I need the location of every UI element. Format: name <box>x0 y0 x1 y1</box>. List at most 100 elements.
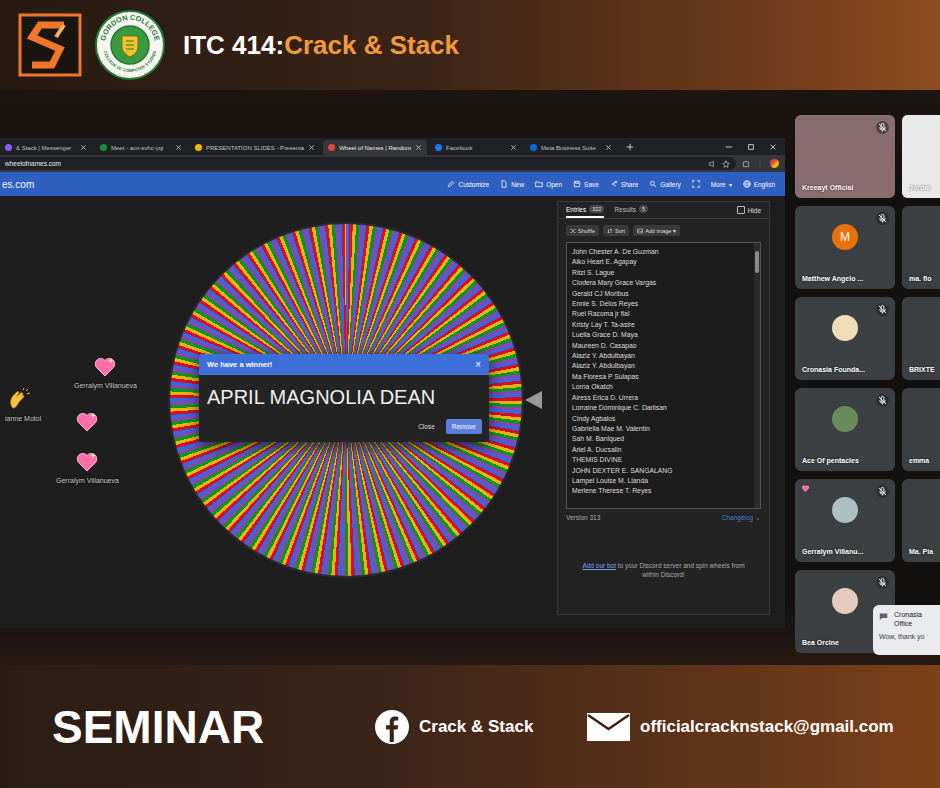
checkbox-box[interactable] <box>737 206 745 214</box>
action-button[interactable]: Add image▾ <box>633 225 680 236</box>
action-button[interactable]: Shuffle <box>566 225 599 236</box>
site-logo[interactable]: es.com <box>2 179 34 190</box>
tab-strip: & Stack | MessengerMeet - acn-svhc-yqi PR… <box>0 138 785 155</box>
toolbar-button[interactable]: New <box>500 180 524 188</box>
toolbar-label: Share <box>621 181 638 188</box>
toolbar-button[interactable]: Share <box>610 180 638 188</box>
close-icon[interactable] <box>415 144 422 151</box>
dialog-close-button[interactable]: × <box>475 359 481 370</box>
plus-icon[interactable] <box>626 143 634 151</box>
favicon-icon <box>100 144 107 151</box>
profile-icon[interactable] <box>770 159 779 168</box>
action-button[interactable]: Sort <box>603 225 629 236</box>
entry-name: Gerald CJ Moribus <box>572 289 749 299</box>
participant-tile[interactable]: Ma. Pia <box>902 479 940 562</box>
participant-name: Ace Of pentacles <box>802 457 859 464</box>
close-window-icon[interactable] <box>769 143 777 151</box>
participant-tile[interactable]: BRIXTE <box>902 297 940 380</box>
toolbar-label: Save <box>584 181 599 188</box>
menu-icon[interactable] <box>756 160 764 168</box>
toolbar-button[interactable]: English <box>743 180 775 188</box>
dialog-button[interactable]: Close <box>415 419 438 434</box>
entries-textarea[interactable]: John Chester A. De GuzmanAiko Heart E. A… <box>566 242 761 509</box>
fullscreen-icon[interactable] <box>692 180 700 188</box>
scrollbar[interactable] <box>754 243 760 508</box>
header-bar: GORDON COLLEGE COLLEGE OF COMPUTER STUDIE… <box>0 0 940 90</box>
browser-tab[interactable]: Wheel of Names | Random <box>323 140 427 155</box>
close-icon[interactable] <box>80 144 87 151</box>
seal-title: GORDON COLLEGE <box>98 13 161 42</box>
close-icon[interactable] <box>308 144 315 151</box>
changelog-link[interactable]: Changelog ⌄ <box>722 514 761 522</box>
minimize-icon[interactable] <box>725 143 733 151</box>
dropdown-caret: ▾ <box>673 227 676 234</box>
panel-tab[interactable]: Entries322 <box>566 202 604 218</box>
participant-name: emma <box>909 457 929 464</box>
browser-tab[interactable]: PRESENTATION SLIDES - Presenta <box>190 140 320 155</box>
tab-label: PRESENTATION SLIDES - Presenta <box>206 145 304 151</box>
email-contact[interactable]: officialcracknstack@gmail.com <box>586 712 894 742</box>
maximize-icon[interactable] <box>747 143 755 151</box>
star-icon[interactable] <box>722 160 730 168</box>
brand-name: Crack & Stack <box>284 30 459 60</box>
facebook-contact[interactable]: Crack & Stack <box>374 709 586 745</box>
panel-tab[interactable]: Results5 <box>614 202 648 218</box>
participant-tile[interactable]: Ace Of pentacles <box>795 388 895 471</box>
browser-tab[interactable]: Facebook <box>430 140 522 155</box>
close-icon[interactable] <box>510 144 517 151</box>
extensions-icon[interactable] <box>742 160 750 168</box>
participant-tile[interactable]: Cronasia Founda... <box>795 297 895 380</box>
envelope-icon <box>586 712 631 742</box>
browser-tab[interactable]: Meet - acn-svhc-yqi <box>95 140 187 155</box>
participant-tile[interactable]: ma. flo <box>902 206 940 289</box>
browser-tab[interactable]: Meta Business Suite <box>525 140 617 155</box>
browser-tab[interactable]: & Stack | Messenger <box>0 140 92 155</box>
discord-link[interactable]: Add our bot <box>582 562 616 569</box>
participant-tile[interactable]: Gerralym Villanu... <box>795 479 895 562</box>
toolbar-button[interactable]: Save <box>573 180 599 188</box>
entries-list: John Chester A. De GuzmanAiko Heart E. A… <box>567 243 754 508</box>
dialog-button[interactable]: Remove <box>446 419 482 434</box>
toolbar-button[interactable]: More▾ <box>711 181 732 188</box>
wheel-pointer-icon <box>525 391 542 409</box>
address-field[interactable]: wheelofnames.com <box>0 157 736 170</box>
toolbar-icon <box>743 180 751 188</box>
count-badge: 322 <box>589 205 604 213</box>
entry-name: Ma Floresa P Sulapas <box>572 372 749 382</box>
chat-message: Wow, thank yo <box>879 633 940 640</box>
toolbar-icon <box>500 180 508 188</box>
reaction: ianne Motol <box>5 388 41 422</box>
entry-name: Maureen D. Casapao <box>572 341 749 351</box>
participant-tile[interactable]: Kreeayt Official <box>795 115 895 198</box>
chat-notification[interactable]: CronasiaOfficeWow, thank yo <box>873 605 940 655</box>
scrollbar-thumb[interactable] <box>755 251 759 273</box>
participant-name: Kreeayt Official <box>802 184 853 191</box>
reaction: Gerralym Villanueva <box>74 355 137 389</box>
facebook-page-name: Crack & Stack <box>419 717 533 737</box>
sender-name-line: Office <box>894 619 922 628</box>
close-icon[interactable] <box>605 144 612 151</box>
hide-checkbox[interactable]: Hide <box>737 202 761 218</box>
tab-label: Wheel of Names | Random <box>339 145 411 151</box>
favicon-icon <box>195 144 202 151</box>
favicon-icon <box>435 144 442 151</box>
shared-screen: & Stack | MessengerMeet - acn-svhc-yqi PR… <box>0 90 785 665</box>
participant-name: Jordar <box>909 184 931 191</box>
toolbar-button[interactable]: Customize <box>447 180 489 188</box>
toolbar-button[interactable]: Gallery <box>649 180 681 188</box>
participant-tile[interactable]: emma <box>902 388 940 471</box>
action-icon <box>607 228 613 234</box>
read-aloud-icon[interactable] <box>708 160 716 168</box>
seal-subtitle: COLLEGE OF COMPUTER STUDIES <box>103 50 158 73</box>
participant-tile[interactable]: Jordar <box>902 115 940 198</box>
participant-tile[interactable]: MMatthew Angelo ... <box>795 206 895 289</box>
close-icon[interactable] <box>175 144 182 151</box>
toolbar-button[interactable]: Open <box>535 180 562 188</box>
entry-name: Gabriella Mae M. Valentin <box>572 424 749 434</box>
action-label: Add image <box>645 228 671 234</box>
panel-tab-label: Entries <box>566 206 586 213</box>
url-text: wheelofnames.com <box>5 160 702 167</box>
entries-tabs: Entries322 Results5 Hide <box>558 202 769 219</box>
mic-off-icon <box>876 212 889 225</box>
action-label: Sort <box>615 228 625 234</box>
